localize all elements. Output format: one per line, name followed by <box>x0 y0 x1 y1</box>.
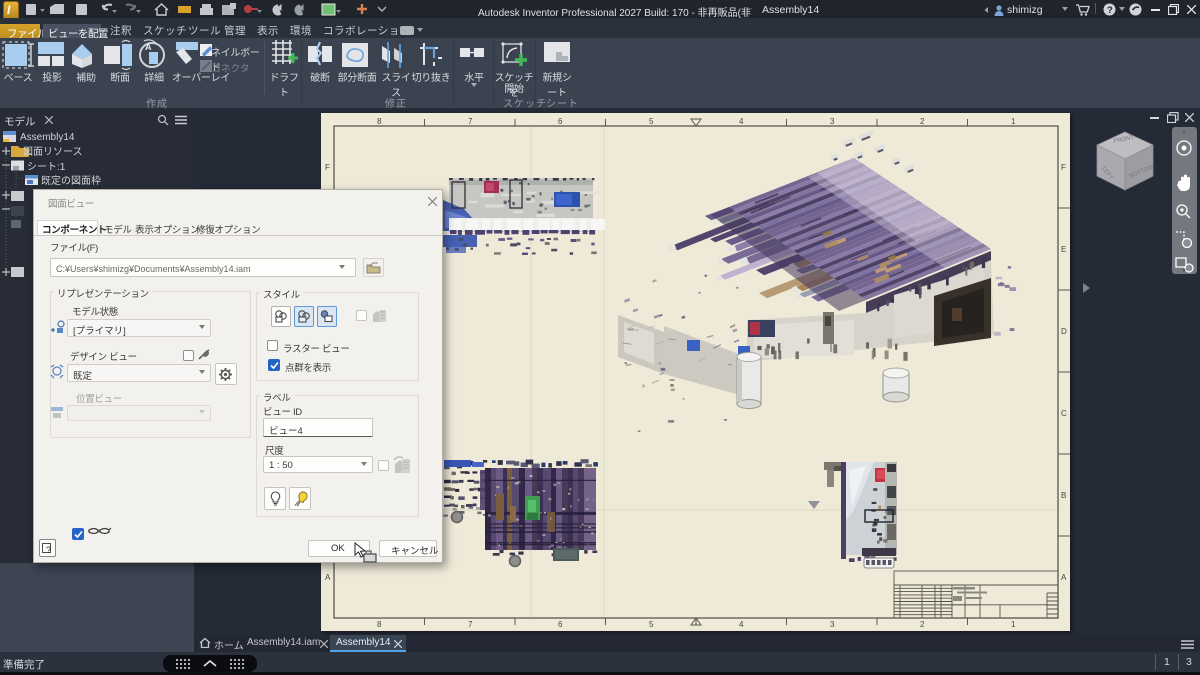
svg-text:6: 6 <box>558 620 563 629</box>
svg-text:A: A <box>145 42 152 52</box>
svg-text:B: B <box>1061 491 1066 500</box>
svg-text:?: ? <box>46 545 51 554</box>
svg-text:?: ? <box>1107 5 1113 16</box>
svg-text:3: 3 <box>830 620 835 629</box>
svg-text:8: 8 <box>377 620 382 629</box>
svg-text:7: 7 <box>468 620 473 629</box>
svg-text:1: 1 <box>1011 620 1016 629</box>
svg-text:4: 4 <box>739 117 744 126</box>
svg-text:A: A <box>325 573 331 582</box>
svg-text:5: 5 <box>649 117 654 126</box>
svg-text:1: 1 <box>1011 117 1016 126</box>
svg-text:3: 3 <box>830 117 835 126</box>
svg-text:6: 6 <box>558 117 563 126</box>
svg-text:F: F <box>325 163 330 172</box>
svg-text:D: D <box>1061 327 1067 336</box>
svg-text:2: 2 <box>920 620 925 629</box>
svg-text:A: A <box>1061 573 1067 582</box>
svg-text:F: F <box>1061 163 1066 172</box>
svg-text:2: 2 <box>920 117 925 126</box>
svg-text:8: 8 <box>377 117 382 126</box>
svg-text:4: 4 <box>739 620 744 629</box>
svg-text:7: 7 <box>468 117 473 126</box>
svg-text:5: 5 <box>649 620 654 629</box>
svg-text:E: E <box>1061 245 1066 254</box>
svg-text:C: C <box>1061 409 1067 418</box>
